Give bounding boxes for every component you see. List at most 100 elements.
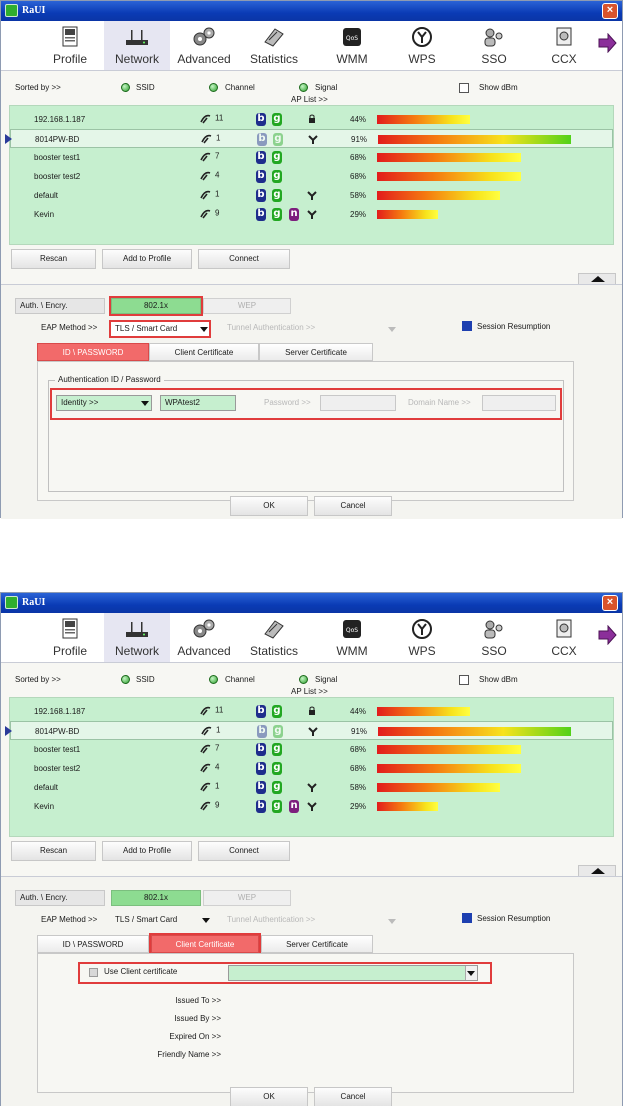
identity-input[interactable]: WPAtest2: [160, 395, 236, 411]
cancel-button[interactable]: Cancel: [314, 496, 392, 516]
signal-percent: 44%: [350, 115, 367, 124]
session-resumption-checkbox[interactable]: [462, 913, 472, 923]
auth-8021x-field[interactable]: 802.1x: [111, 890, 201, 906]
toolbar-advanced-button[interactable]: Advanced: [171, 613, 237, 662]
toolbar-sso-button[interactable]: SSO: [461, 613, 527, 662]
toolbar-wmm-button[interactable]: QoS WMM: [319, 613, 385, 662]
ap-list-row[interactable]: default 1 b g 58%: [10, 186, 613, 205]
add-to-profile-button[interactable]: Add to Profile: [102, 249, 192, 269]
network-icon: [124, 26, 150, 48]
connect-button[interactable]: Connect: [198, 249, 290, 269]
ap-list-row[interactable]: booster test2 4 b g 68%: [10, 167, 613, 186]
mode-g-icon: g: [272, 151, 282, 164]
eap-dropdown-arrow-icon[interactable]: [202, 918, 210, 923]
show-dbm-checkbox[interactable]: [459, 83, 469, 93]
toolbar-statistics-button[interactable]: Statistics: [241, 21, 307, 70]
auth-highlight: [109, 296, 203, 316]
ok-button[interactable]: OK: [230, 496, 308, 516]
issued-to-label: Issued To >>: [175, 996, 221, 1005]
ap-list-row[interactable]: 192.168.1.187 11 b g 44%: [10, 110, 613, 129]
sort-signal-radio[interactable]: [299, 675, 308, 684]
toolbar-sso-button[interactable]: SSO: [461, 21, 527, 70]
ap-channel: 7: [200, 151, 219, 162]
next-arrow-icon[interactable]: [597, 32, 617, 54]
connect-button[interactable]: Connect: [198, 841, 290, 861]
add-to-profile-button[interactable]: Add to Profile: [102, 841, 192, 861]
toolbar-label: SSO: [481, 644, 507, 658]
rescan-button[interactable]: Rescan: [11, 841, 96, 861]
ap-list-row[interactable]: booster test1 7 b g 68%: [10, 148, 613, 167]
eap-method-select[interactable]: TLS / Smart Card: [109, 320, 211, 338]
ap-list-row[interactable]: booster test1 7 b g 68%: [10, 740, 613, 759]
advanced-icon: [191, 618, 217, 640]
mode-g-icon: g: [272, 781, 282, 794]
ap-channel: 9: [200, 800, 219, 811]
ap-list-row[interactable]: booster test2 4 b g 68%: [10, 759, 613, 778]
ap-list-row[interactable]: 8014PW-BD 1 b g 91%: [5, 721, 613, 740]
signal-icon: [200, 189, 211, 200]
mode-g-icon: g: [272, 743, 282, 756]
toolbar-advanced-button[interactable]: Advanced: [171, 21, 237, 70]
cancel-button[interactable]: Cancel: [314, 1087, 392, 1106]
tab-server-certificate[interactable]: Server Certificate: [259, 343, 373, 361]
toolbar-profile-button[interactable]: Profile: [37, 613, 103, 662]
toolbar-statistics-button[interactable]: Statistics: [241, 613, 307, 662]
eap-method-value[interactable]: TLS / Smart Card: [115, 915, 177, 924]
sort-channel-radio[interactable]: [209, 83, 218, 92]
ap-ssid: booster test1: [34, 153, 81, 162]
tab-client-certificate[interactable]: Client Certificate: [149, 343, 259, 361]
sort-ssid-radio[interactable]: [121, 83, 130, 92]
toolbar-wps-button[interactable]: WPS: [389, 613, 455, 662]
ap-channel-number: 9: [215, 208, 220, 218]
eap-dropdown-arrow-icon[interactable]: [200, 327, 208, 332]
toolbar-label: WMM: [336, 52, 368, 66]
session-resumption-label: Session Resumption: [477, 914, 551, 923]
svg-text:QoS: QoS: [346, 35, 358, 42]
sort-channel-radio[interactable]: [209, 675, 218, 684]
toolbar-wmm-button[interactable]: QoS WMM: [319, 21, 385, 70]
toolbar-wps-button[interactable]: WPS: [389, 21, 455, 70]
toolbar-network-button[interactable]: Network: [104, 613, 170, 662]
ap-list-row[interactable]: 8014PW-BD 1 b g 91%: [5, 129, 613, 148]
sort-signal-radio[interactable]: [299, 83, 308, 92]
close-button[interactable]: ×: [602, 3, 618, 19]
sort-channel-label: Channel: [225, 675, 255, 684]
ccx-icon: [551, 26, 577, 48]
identity-label: Identity >>: [61, 398, 99, 407]
ap-list-row[interactable]: Kevin 9 b g n 29%: [10, 205, 613, 224]
identity-select[interactable]: Identity >>: [56, 395, 152, 411]
sort-ssid-radio[interactable]: [121, 675, 130, 684]
toolbar-network-button[interactable]: Network: [104, 21, 170, 70]
ap-list-row[interactable]: default 1 b g 58%: [10, 778, 613, 797]
ap-channel-number: 11: [215, 705, 224, 715]
ap-list-row[interactable]: Kevin 9 b g n 29%: [10, 797, 613, 816]
network-icon: [124, 618, 150, 640]
rescan-button[interactable]: Rescan: [11, 249, 96, 269]
ap-channel: 4: [200, 762, 219, 773]
show-dbm-checkbox[interactable]: [459, 675, 469, 685]
ap-list-row[interactable]: 192.168.1.187 11 b g 44%: [10, 702, 613, 721]
tunnel-auth-label: Tunnel Authentication >>: [227, 323, 316, 332]
identity-dropdown-arrow-icon[interactable]: [141, 401, 149, 406]
close-button[interactable]: ×: [602, 595, 618, 611]
lock-icon: [306, 705, 318, 717]
toolbar-label: WMM: [336, 644, 368, 658]
toolbar-profile-button[interactable]: Profile: [37, 21, 103, 70]
client-cert-dropdown-arrow-icon[interactable]: [467, 971, 475, 976]
next-arrow-icon[interactable]: [597, 624, 617, 646]
signal-strength-bar: [378, 135, 571, 144]
session-resumption-checkbox[interactable]: [462, 321, 472, 331]
tab-id-password[interactable]: ID \ PASSWORD: [37, 935, 149, 953]
toolbar-ccx-button[interactable]: CCX: [531, 21, 597, 70]
ok-button[interactable]: OK: [230, 1087, 308, 1106]
toolbar-ccx-button[interactable]: CCX: [531, 613, 597, 662]
ap-ssid: 8014PW-BD: [35, 135, 80, 144]
client-cert-select[interactable]: [228, 965, 478, 981]
use-client-cert-checkbox[interactable]: [89, 968, 98, 977]
mode-b-icon: b: [256, 113, 266, 126]
signal-icon: [200, 113, 211, 124]
tab-server-certificate[interactable]: Server Certificate: [261, 935, 373, 953]
signal-percent: 68%: [350, 153, 367, 162]
sort-row: Sorted by >> SSID Channel Signal Show dB…: [1, 81, 622, 95]
tab-id-password[interactable]: ID \ PASSWORD: [37, 343, 149, 361]
